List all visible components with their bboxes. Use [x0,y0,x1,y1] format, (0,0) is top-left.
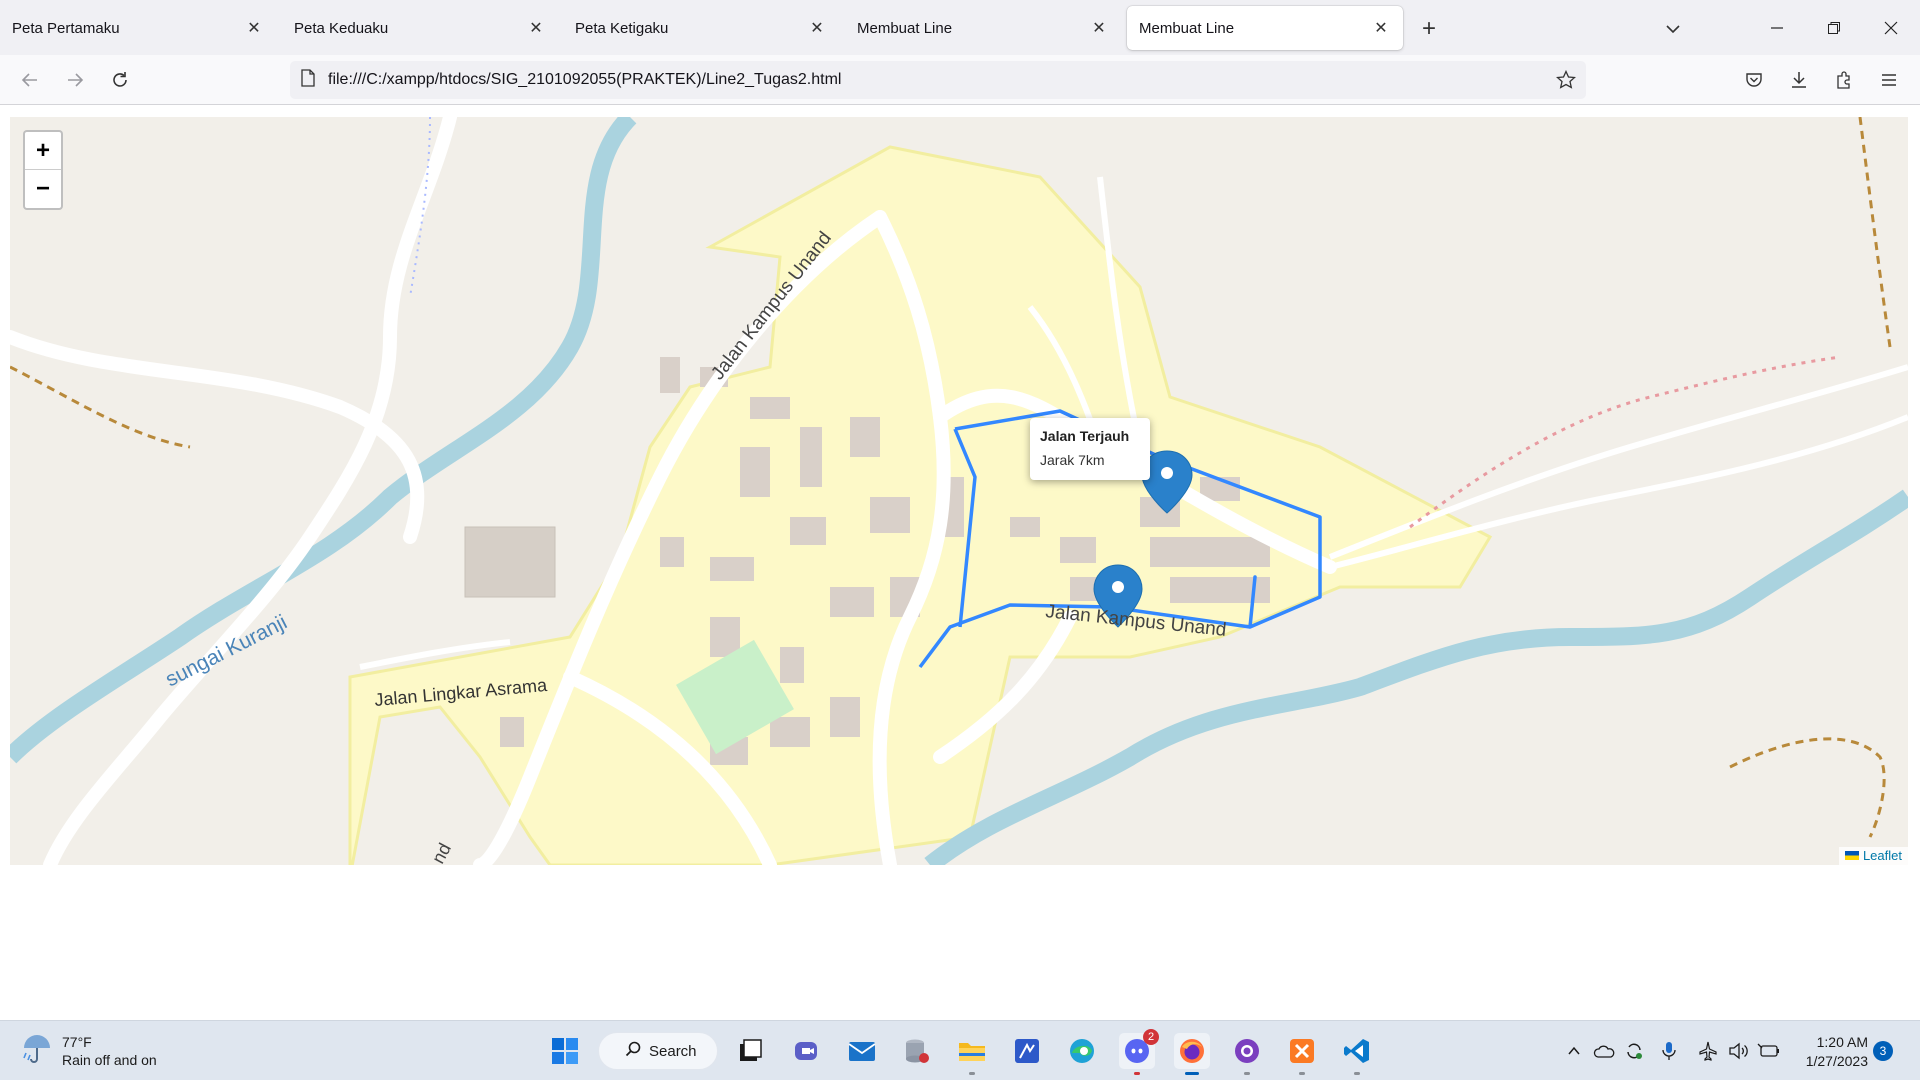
zoom-in-button[interactable]: + [25,132,61,170]
teams-icon[interactable] [788,1033,824,1069]
zoom-out-button[interactable]: − [25,170,61,208]
clock-time: 1:20 AM [1816,1034,1868,1050]
running-indicator [1134,1072,1140,1075]
battery-icon[interactable] [1757,1039,1781,1063]
minimize-button[interactable] [1757,10,1797,46]
zoom-control: + − [23,130,63,210]
weather-widget[interactable]: 77°F Rain off and on [20,1031,157,1070]
folder-icon[interactable] [954,1033,990,1075]
download-icon[interactable] [1783,64,1815,96]
running-indicator [1185,1072,1199,1075]
running-indicator [969,1072,975,1075]
tab-label: Membuat Line [1139,19,1235,37]
extensions-icon[interactable] [1828,64,1860,96]
tab-membuat-line[interactable]: Membuat Line ✕ [845,6,1121,50]
ukraine-flag-icon [1844,851,1859,860]
task-view-icon[interactable] [732,1033,768,1069]
river-label: sungai Kuranji [162,611,291,692]
file-icon [300,68,316,92]
close-icon[interactable]: ✕ [240,14,268,42]
taskbar-search-button[interactable]: Search [598,1032,718,1070]
windows-start-icon[interactable] [547,1033,583,1069]
microphone-icon[interactable] [1657,1039,1681,1063]
mail-icon[interactable] [844,1033,880,1069]
road-label: nd [428,840,455,865]
back-arrow-icon[interactable] [14,64,46,96]
popup-body: Jarak 7km [1040,452,1105,468]
leaflet-map[interactable]: Jalan Kampus Unand Jalan Kampus Unand Ja… [10,117,1908,865]
url-bar[interactable]: file:///C:/xampp/htdocs/SIG_2101092055(P… [290,61,1586,99]
weather-temp: 77°F [62,1033,92,1050]
navigation-bar: file:///C:/xampp/htdocs/SIG_2101092055(P… [0,55,1920,105]
tab-label: Peta Pertamaku [12,19,120,37]
search-label: Search [649,1042,697,1060]
bookmark-star-icon[interactable] [1555,69,1577,95]
chevron-down-icon[interactable] [1658,14,1688,44]
pocket-icon[interactable] [1738,64,1770,96]
volume-icon[interactable] [1727,1039,1751,1063]
running-indicator [1354,1072,1360,1075]
map-tiles: Jalan Kampus Unand Jalan Kampus Unand Ja… [10,117,1908,865]
sync-icon[interactable] [1622,1039,1646,1063]
close-icon[interactable]: ✕ [1367,14,1395,42]
clock-date: 1/27/2023 [1805,1053,1868,1069]
reload-icon[interactable] [104,64,136,96]
database-icon[interactable] [899,1033,935,1069]
tab-membuat-line-active[interactable]: Membuat Line ✕ [1127,6,1403,50]
running-indicator [1299,1072,1305,1075]
tab-peta-ketigaku[interactable]: Peta Ketigaku ✕ [563,6,839,50]
new-tab-button[interactable]: + [1414,14,1444,44]
edge-icon[interactable] [1064,1033,1100,1069]
search-icon [625,1041,641,1061]
taskbar-clock[interactable]: 1:20 AM 1/27/2023 [1788,1033,1868,1071]
tab-label: Membuat Line [857,19,953,37]
close-icon[interactable]: ✕ [1085,14,1113,42]
umbrella-rain-icon [20,1031,54,1070]
tab-label: Peta Ketigaku [575,19,669,37]
github-icon[interactable] [1229,1033,1265,1075]
tab-label: Peta Keduaku [294,19,389,37]
onedrive-icon[interactable] [1592,1039,1616,1063]
url-text: file:///C:/xampp/htdocs/SIG_2101092055(P… [328,71,842,88]
vscode-icon[interactable] [1339,1033,1375,1075]
airplane-mode-icon[interactable] [1696,1039,1720,1063]
notification-badge[interactable]: 3 [1873,1041,1893,1061]
menu-icon[interactable] [1873,64,1905,96]
close-icon[interactable]: ✕ [522,14,550,42]
running-indicator [1244,1072,1250,1075]
close-window-button[interactable] [1871,10,1911,46]
map-attribution: Leaflet [1838,847,1908,865]
leaflet-link[interactable]: Leaflet [1863,848,1902,863]
tab-peta-keduaku[interactable]: Peta Keduaku ✕ [282,6,558,50]
close-icon[interactable]: ✕ [803,14,831,42]
forward-arrow-icon[interactable] [59,64,91,96]
weather-desc: Rain off and on [62,1051,157,1068]
marker-popup: Jalan Terjauh Jarak 7km [1030,418,1150,480]
discord-icon[interactable]: 2 [1119,1029,1159,1075]
discord-badge: 2 [1143,1029,1159,1045]
tab-bar: Peta Pertamaku ✕ Peta Keduaku ✕ Peta Ket… [0,0,1920,55]
xampp-icon[interactable] [1284,1033,1320,1075]
popup-title: Jalan Terjauh [1040,428,1130,444]
restore-button[interactable] [1814,10,1854,46]
firefox-icon[interactable] [1174,1033,1210,1075]
taskbar: 77°F Rain off and on Search 2 1:20 AM 1/… [0,1020,1920,1080]
tab-peta-pertamaku[interactable]: Peta Pertamaku ✕ [0,6,276,50]
pen-app-icon[interactable] [1009,1033,1045,1069]
chevron-up-icon[interactable] [1562,1039,1586,1063]
